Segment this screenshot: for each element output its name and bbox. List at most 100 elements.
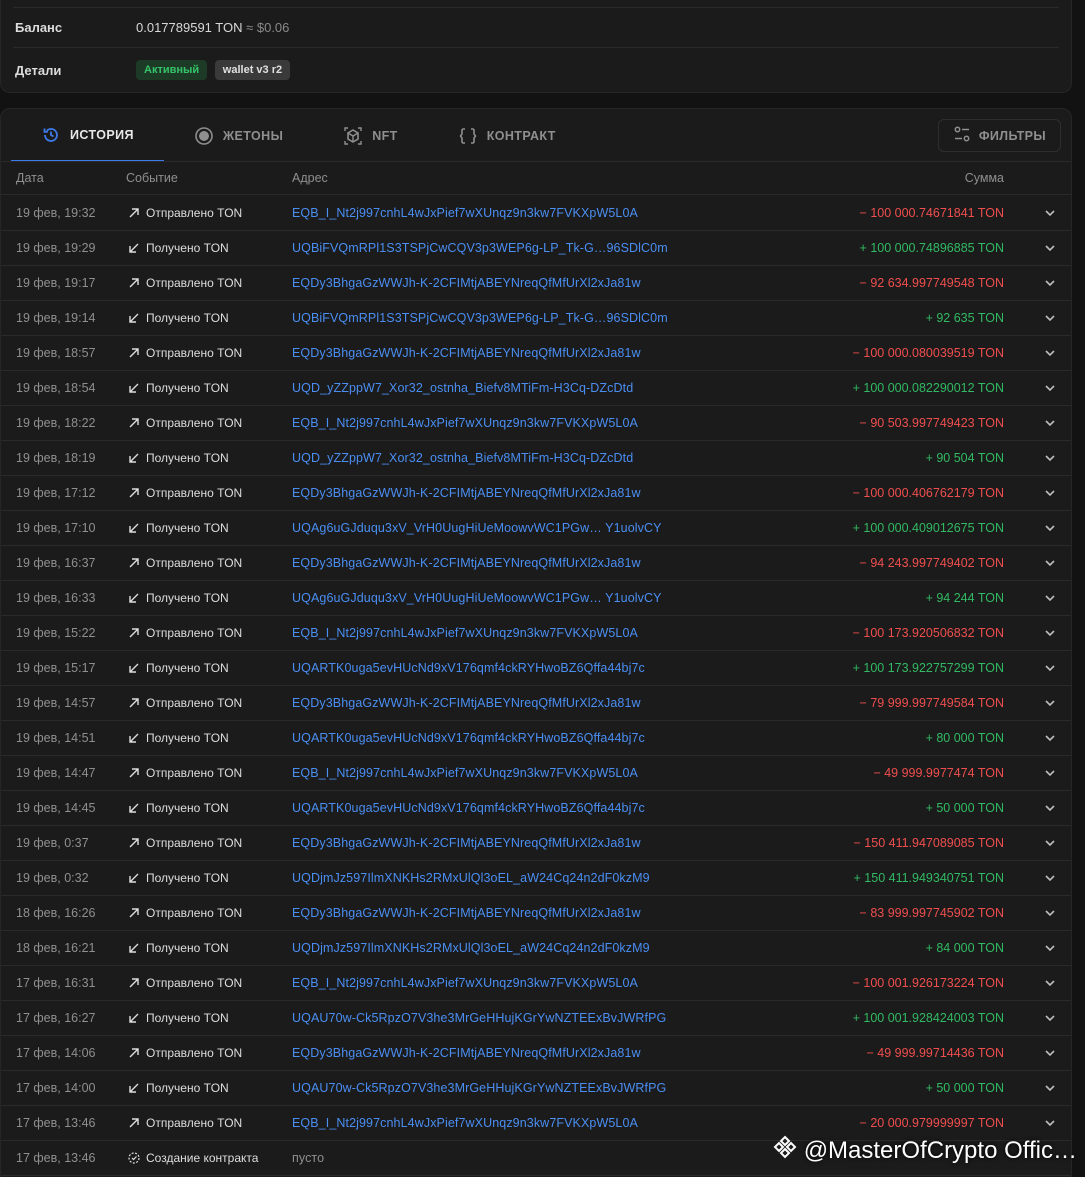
table-row[interactable]: 19 фев, 19:14 Получено TON UQBiFVQmRPl1S3T… [1, 301, 1071, 336]
row-address[interactable]: EQB_I_Nt2j997cnhL4wJxPief7wXUnqz9n3kw7FV… [292, 626, 638, 640]
chevron-down-icon[interactable] [1043, 416, 1057, 430]
row-address[interactable]: UQD_yZZppW7_Xor32_ostnha_Biefv8MTiFm-H3C… [292, 451, 633, 465]
table-row[interactable]: 19 фев, 18:54 Получено TON UQD_yZZppW7_Xor… [1, 371, 1071, 406]
chevron-down-icon[interactable] [1043, 556, 1057, 570]
details-badges: Активный wallet v3 r2 [136, 60, 294, 80]
cube-icon [343, 126, 363, 146]
row-event: Получено TON [128, 731, 229, 745]
table-row[interactable]: 18 фев, 16:26 Отправлено TON EQDy3BhgaGzWW… [1, 896, 1071, 931]
chevron-down-icon[interactable] [1043, 976, 1057, 990]
row-event: Получено TON [128, 241, 229, 255]
row-amount: + 84 000 TON [925, 941, 1004, 955]
row-amount: − 100 001.926173224 TON [852, 976, 1004, 990]
chevron-down-icon[interactable] [1043, 1011, 1057, 1025]
table-row[interactable]: 17 фев, 14:06 Отправлено TON EQDy3BhgaGzWW… [1, 1036, 1071, 1071]
table-row[interactable]: 17 фев, 16:27 Получено TON UQAU70w-Ck5RpzO… [1, 1001, 1071, 1036]
table-row[interactable]: 17 фев, 16:31 Отправлено TON EQB_I_Nt2j997… [1, 966, 1071, 1001]
tab-history[interactable]: ИСТОРИЯ [11, 109, 164, 162]
row-address[interactable]: EQB_I_Nt2j997cnhL4wJxPief7wXUnqz9n3kw7FV… [292, 976, 638, 990]
row-address[interactable]: EQDy3BhgaGzWWJh-K-2CFIMtjABEYNreqQfMfUrX… [292, 346, 641, 360]
row-event-label: Получено TON [146, 941, 229, 955]
row-address[interactable]: UQARTK0uga5evHUcNd9xV176qmf4ckRYHwoBZ6Qf… [292, 661, 645, 675]
chevron-down-icon[interactable] [1043, 311, 1057, 325]
row-address[interactable]: EQDy3BhgaGzWWJh-K-2CFIMtjABEYNreqQfMfUrX… [292, 1046, 641, 1060]
table-row[interactable]: 19 фев, 16:37 Отправлено TON EQDy3BhgaGzWW… [1, 546, 1071, 581]
chevron-down-icon[interactable] [1043, 451, 1057, 465]
chevron-down-icon[interactable] [1043, 521, 1057, 535]
chevron-down-icon[interactable] [1043, 381, 1057, 395]
chevron-down-icon[interactable] [1043, 276, 1057, 290]
chevron-down-icon[interactable] [1043, 766, 1057, 780]
row-address[interactable]: UQBiFVQmRPl1S3TSPjCwCQV3p3WEP6g-LP_Tk-G…… [292, 241, 668, 255]
row-address[interactable]: EQDy3BhgaGzWWJh-K-2CFIMtjABEYNreqQfMfUrX… [292, 276, 641, 290]
table-row[interactable]: 19 фев, 18:57 Отправлено TON EQDy3BhgaGzWW… [1, 336, 1071, 371]
chevron-down-icon[interactable] [1043, 591, 1057, 605]
table-row[interactable]: 17 фев, 14:00 Получено TON UQAU70w-Ck5RpzO… [1, 1071, 1071, 1106]
row-address[interactable]: EQB_I_Nt2j997cnhL4wJxPief7wXUnqz9n3kw7FV… [292, 416, 638, 430]
row-event-label: Отправлено TON [146, 486, 243, 500]
table-row[interactable]: 19 фев, 17:12 Отправлено TON EQDy3BhgaGzWW… [1, 476, 1071, 511]
table-row[interactable]: 19 фев, 16:33 Получено TON UQAg6uGJduqu3xV… [1, 581, 1071, 616]
row-address[interactable]: EQB_I_Nt2j997cnhL4wJxPief7wXUnqz9n3kw7FV… [292, 206, 638, 220]
tab-contract[interactable]: КОНТРАКТ [428, 109, 586, 162]
table-row[interactable]: 19 фев, 15:17 Получено TON UQARTK0uga5evHU… [1, 651, 1071, 686]
row-address[interactable]: EQDy3BhgaGzWWJh-K-2CFIMtjABEYNreqQfMfUrX… [292, 486, 641, 500]
table-row[interactable]: 19 фев, 15:22 Отправлено TON EQB_I_Nt2j997… [1, 616, 1071, 651]
row-event: Получено TON [128, 311, 229, 325]
table-row[interactable]: 19 фев, 18:22 Отправлено TON EQB_I_Nt2j997… [1, 406, 1071, 441]
chevron-down-icon[interactable] [1043, 1081, 1057, 1095]
row-address[interactable]: EQDy3BhgaGzWWJh-K-2CFIMtjABEYNreqQfMfUrX… [292, 836, 641, 850]
chevron-down-icon[interactable] [1043, 871, 1057, 885]
row-address[interactable]: EQDy3BhgaGzWWJh-K-2CFIMtjABEYNreqQfMfUrX… [292, 696, 641, 710]
chevron-down-icon[interactable] [1043, 801, 1057, 815]
row-event: Получено TON [128, 451, 229, 465]
row-address[interactable]: UQAg6uGJduqu3xV_VrH0UugHiUeMoowvWC1PGw… … [292, 591, 662, 605]
chevron-down-icon[interactable] [1043, 486, 1057, 500]
row-event: Получено TON [128, 381, 229, 395]
row-address[interactable]: UQAU70w-Ck5RpzO7V3he3MrGeHHujKGrYwNZTEEx… [292, 1011, 666, 1025]
row-address[interactable]: EQDy3BhgaGzWWJh-K-2CFIMtjABEYNreqQfMfUrX… [292, 906, 641, 920]
row-address[interactable]: UQAg6uGJduqu3xV_VrH0UugHiUeMoowvWC1PGw… … [292, 521, 662, 535]
table-row[interactable]: 19 фев, 19:29 Получено TON UQBiFVQmRPl1S3T… [1, 231, 1071, 266]
chevron-down-icon[interactable] [1043, 941, 1057, 955]
tab-nft[interactable]: NFT [313, 109, 428, 162]
chevron-down-icon[interactable] [1043, 836, 1057, 850]
row-address[interactable]: EQB_I_Nt2j997cnhL4wJxPief7wXUnqz9n3kw7FV… [292, 1116, 638, 1130]
chevron-down-icon[interactable] [1043, 626, 1057, 640]
chevron-down-icon[interactable] [1043, 661, 1057, 675]
chevron-down-icon[interactable] [1043, 1116, 1057, 1130]
table-row[interactable]: 19 фев, 17:10 Получено TON UQAg6uGJduqu3xV… [1, 511, 1071, 546]
table-row[interactable]: 19 фев, 0:32 Получено TON UQDjmJz597IlmXNK… [1, 861, 1071, 896]
row-address[interactable]: UQDjmJz597IlmXNKHs2RMxUlQl3oEL_aW24Cq24n… [292, 941, 650, 955]
table-row[interactable]: 19 фев, 14:47 Отправлено TON EQB_I_Nt2j997… [1, 756, 1071, 791]
row-event: Отправлено TON [128, 626, 242, 640]
tab-jettons[interactable]: ЖЕТОНЫ [164, 109, 313, 162]
row-address[interactable]: UQAU70w-Ck5RpzO7V3he3MrGeHHujKGrYwNZTEEx… [292, 1081, 666, 1095]
table-row[interactable]: 19 фев, 18:19 Получено TON UQD_yZZppW7_Xor… [1, 441, 1071, 476]
row-event-label: Получено TON [146, 241, 229, 255]
table-row[interactable]: 19 фев, 14:57 Отправлено TON EQDy3BhgaGzWW… [1, 686, 1071, 721]
table-row[interactable]: 18 фев, 16:21 Получено TON UQDjmJz597IlmXN… [1, 931, 1071, 966]
table-row[interactable]: 19 фев, 14:51 Получено TON UQARTK0uga5evHU… [1, 721, 1071, 756]
row-amount: + 80 000 TON [925, 731, 1004, 745]
row-address[interactable]: EQB_I_Nt2j997cnhL4wJxPief7wXUnqz9n3kw7FV… [292, 766, 638, 780]
table-row[interactable]: 19 фев, 19:17 Отправлено TON EQDy3BhgaGzWW… [1, 266, 1071, 301]
row-address[interactable]: UQARTK0uga5evHUcNd9xV176qmf4ckRYHwoBZ6Qf… [292, 801, 645, 815]
header-date: Дата [16, 171, 44, 185]
table-row[interactable]: 19 фев, 0:37 Отправлено TON EQDy3BhgaGzWWJ… [1, 826, 1071, 861]
chevron-down-icon[interactable] [1043, 241, 1057, 255]
chevron-down-icon[interactable] [1043, 346, 1057, 360]
row-address[interactable]: UQARTK0uga5evHUcNd9xV176qmf4ckRYHwoBZ6Qf… [292, 731, 645, 745]
chevron-down-icon[interactable] [1043, 906, 1057, 920]
row-address[interactable]: EQDy3BhgaGzWWJh-K-2CFIMtjABEYNreqQfMfUrX… [292, 556, 641, 570]
chevron-down-icon[interactable] [1043, 1046, 1057, 1060]
row-address[interactable]: UQDjmJz597IlmXNKHs2RMxUlQl3oEL_aW24Cq24n… [292, 871, 650, 885]
table-row[interactable]: 19 фев, 19:32 Отправлено TON EQB_I_Nt2j997… [1, 196, 1071, 231]
chevron-down-icon[interactable] [1043, 731, 1057, 745]
table-row[interactable]: 19 фев, 14:45 Получено TON UQARTK0uga5evHU… [1, 791, 1071, 826]
filters-button[interactable]: ФИЛЬТРЫ [937, 119, 1061, 152]
chevron-down-icon[interactable] [1043, 696, 1057, 710]
chevron-down-icon[interactable] [1043, 206, 1057, 220]
row-address[interactable]: UQBiFVQmRPl1S3TSPjCwCQV3p3WEP6g-LP_Tk-G…… [292, 311, 668, 325]
row-address[interactable]: UQD_yZZppW7_Xor32_ostnha_Biefv8MTiFm-H3C… [292, 381, 633, 395]
